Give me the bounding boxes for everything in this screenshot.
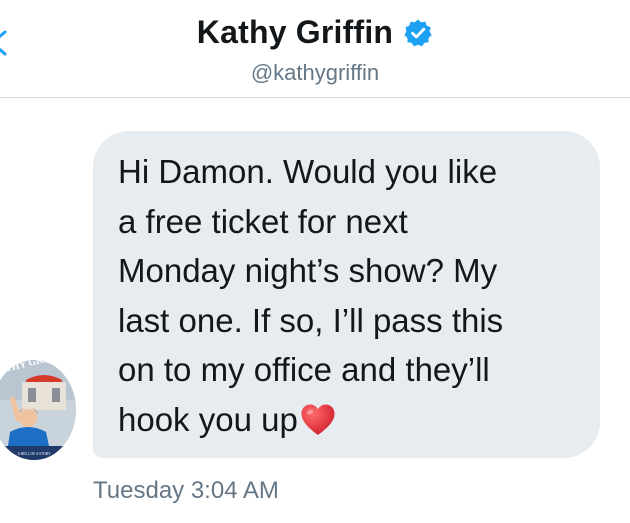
avatar[interactable]: THY GRIF A HELL OF A STORY (0, 360, 76, 460)
message-line: Hi Damon. Would you like (118, 153, 498, 190)
message-line: Monday night’s show? My (118, 252, 498, 289)
avatar-caption: A HELL OF A STORY (17, 452, 51, 456)
message-line: a free ticket for next (118, 202, 408, 240)
profile-handle[interactable]: @kathygriffin (0, 60, 630, 86)
profile-name[interactable]: Kathy Griffin (197, 14, 393, 51)
message-timestamp: Tuesday 3:04 AM (93, 477, 279, 504)
conversation-header: Kathy Griffin @kathygriffin (0, 0, 630, 98)
message-text: Hi Damon. Would you like a free ticket f… (118, 147, 580, 444)
message-line: on to my office and they’ll (118, 351, 490, 388)
message-line: last one. If so, I’ll pass this (118, 301, 504, 339)
heart-emoji-icon (300, 401, 336, 435)
message-bubble[interactable]: Hi Damon. Would you like a free ticket f… (93, 131, 600, 458)
profile-name-row[interactable]: Kathy Griffin (0, 14, 630, 51)
verified-badge-icon (403, 18, 433, 48)
message-line: hook you up (118, 400, 298, 438)
